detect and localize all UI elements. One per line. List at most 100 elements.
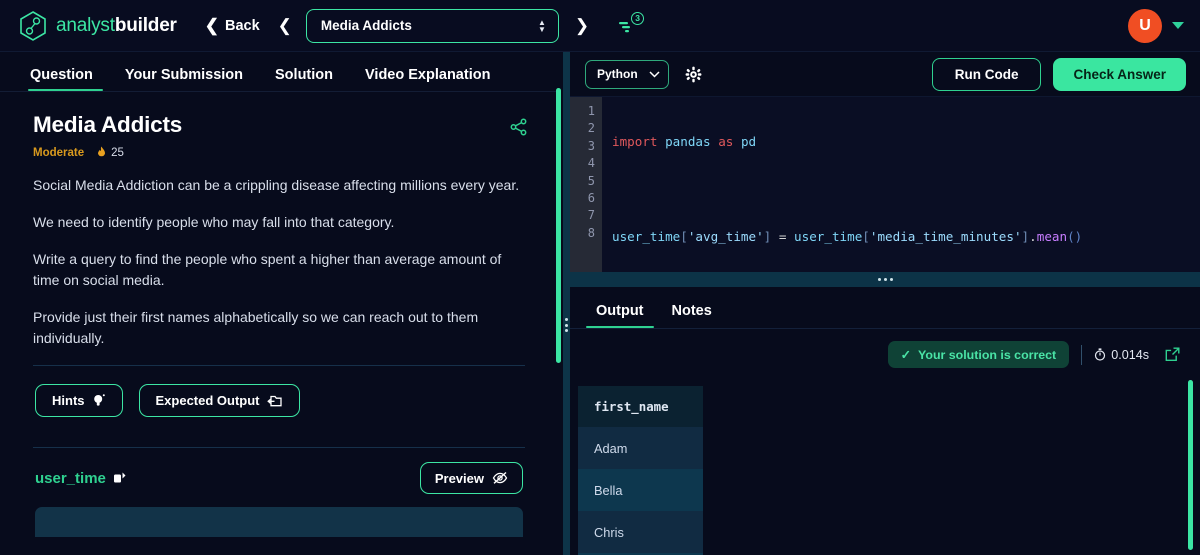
- code-editor[interactable]: 1 2 3 4 5 6 7 8 import pandas as pd user…: [570, 97, 1200, 272]
- chevron-left-icon: ❮: [204, 16, 219, 35]
- line-number: 4: [587, 156, 595, 171]
- tab-question[interactable]: Question: [22, 67, 109, 91]
- top-header: analystbuilder ❮ Back ❮ Media Addicts ▲ ▼…: [0, 0, 1200, 52]
- chevron-down-icon[interactable]: [1172, 22, 1184, 29]
- question-title-row: Media Addicts: [33, 112, 528, 138]
- line-number: 5: [587, 173, 595, 188]
- question-paragraph-3: Write a query to find the people who spe…: [33, 251, 502, 288]
- preview-button[interactable]: Preview: [419, 462, 523, 494]
- schema-table-name: user_time: [35, 470, 127, 487]
- copy-icon[interactable]: [113, 471, 127, 486]
- question-action-buttons: Hints Expected Output: [0, 366, 558, 417]
- status-badge-label: Your solution is correct: [918, 347, 1057, 362]
- brand-word-analyst: analyst: [56, 14, 115, 36]
- table-row: Chris: [578, 511, 703, 553]
- user-menu[interactable]: U: [1128, 8, 1184, 43]
- question-paragraph-2: We need to identify people who may fall …: [33, 214, 395, 230]
- tab-solution[interactable]: Solution: [259, 67, 349, 91]
- left-panel: Question Your Submission Solution Video …: [0, 52, 558, 555]
- horizontal-splitter[interactable]: [570, 272, 1200, 287]
- brand-word-builder: builder: [114, 14, 177, 36]
- expected-output-button-label: Expected Output: [155, 393, 260, 408]
- schema-header: user_time Preview: [0, 448, 558, 494]
- code-line: user_time['avg_time'] = user_time['media…: [612, 228, 1083, 244]
- output-panel-scrollbar[interactable]: [1188, 380, 1193, 550]
- lightbulb-icon: [93, 394, 105, 406]
- tab-your-submission[interactable]: Your Submission: [109, 67, 259, 91]
- difficulty-badge: Moderate: [33, 146, 85, 159]
- result-table: first_name Adam Bella Chris: [578, 386, 703, 555]
- prev-question-icon[interactable]: ❮: [278, 16, 292, 36]
- schema-preview-table-header: [35, 507, 523, 537]
- status-badge: ✓ Your solution is correct: [887, 341, 1070, 368]
- folder-import-icon: [266, 395, 282, 406]
- question-paragraph-4: Provide just their first names alphabeti…: [33, 309, 479, 346]
- line-number: 3: [587, 138, 595, 153]
- line-number: 7: [587, 208, 595, 223]
- language-select-value: Python: [597, 67, 638, 81]
- check-icon: ✓: [900, 348, 912, 362]
- question-paragraph-1: Social Media Addiction can be a cripplin…: [33, 177, 520, 193]
- page-title: Media Addicts: [33, 112, 183, 137]
- question-description: Social Media Addiction can be a cripplin…: [33, 175, 523, 349]
- line-number: 6: [587, 190, 595, 205]
- hints-button-label: Hints: [52, 393, 85, 408]
- analystbuilder-logo-icon: [20, 10, 46, 41]
- eye-off-icon: [492, 471, 508, 484]
- left-panel-scrollbar[interactable]: [556, 88, 561, 363]
- flame-icon: [98, 146, 106, 157]
- vertical-splitter[interactable]: [563, 52, 570, 555]
- code-line: import pandas as pd: [612, 134, 757, 149]
- question-select[interactable]: Media Addicts ▲ ▼: [305, 8, 559, 43]
- runtime-value: 0.014s: [1111, 347, 1149, 362]
- gear-icon[interactable]: [685, 66, 702, 83]
- output-tab-bar: Output Notes: [570, 287, 1200, 329]
- runtime-indicator: 0.014s: [1094, 348, 1149, 362]
- left-tab-bar: Question Your Submission Solution Video …: [0, 52, 558, 92]
- share-icon[interactable]: [510, 118, 528, 136]
- open-external-icon[interactable]: [1165, 347, 1180, 362]
- line-number: 1: [587, 104, 595, 118]
- xp-badge: 25: [96, 146, 124, 159]
- output-status-row: ✓ Your solution is correct 0.014s: [570, 329, 1200, 368]
- question-select-value: Media Addicts: [320, 18, 412, 33]
- preview-button-label: Preview: [434, 470, 484, 486]
- table-row: Adam: [578, 427, 703, 469]
- back-button-label: Back: [225, 17, 260, 34]
- right-panel: Python Run Code Check Answer 1 2 3 4 5 6…: [570, 52, 1200, 555]
- streak-count-badge: 3: [631, 11, 645, 25]
- code-gutter: 1 2 3 4 5 6 7 8: [570, 97, 602, 272]
- xp-value: 25: [111, 146, 124, 159]
- brand-logo[interactable]: analystbuilder: [18, 10, 177, 42]
- language-select[interactable]: Python: [585, 59, 669, 89]
- editor-toolbar: Python Run Code Check Answer: [570, 52, 1200, 97]
- schema-table-name-label: user_time: [35, 469, 106, 487]
- app-root: analystbuilder ❮ Back ❮ Media Addicts ▲ ▼…: [0, 0, 1200, 555]
- status-separator: [1081, 344, 1083, 365]
- vertical-splitter-grip[interactable]: [564, 318, 568, 332]
- question-body: Media Addicts Moderate 25 Social Media A…: [0, 92, 558, 349]
- avatar[interactable]: U: [1128, 8, 1162, 43]
- line-number: 8: [587, 225, 595, 240]
- streak-button[interactable]: 3: [615, 11, 645, 40]
- tab-output[interactable]: Output: [582, 303, 658, 328]
- next-question-icon[interactable]: ❯: [575, 16, 589, 36]
- question-meta: Moderate 25: [33, 146, 528, 159]
- table-row: Bella: [578, 469, 703, 511]
- code-content[interactable]: import pandas as pd user_time['avg_time'…: [602, 97, 1200, 272]
- editor-toolbar-actions: Run Code Check Answer: [931, 57, 1186, 91]
- stopwatch-icon: [1095, 348, 1106, 361]
- tab-video-explanation[interactable]: Video Explanation: [349, 67, 506, 91]
- tab-notes[interactable]: Notes: [658, 303, 726, 328]
- run-code-button[interactable]: Run Code: [931, 57, 1042, 91]
- check-answer-button[interactable]: Check Answer: [1053, 57, 1186, 91]
- brand-wordmark: analystbuilder: [56, 15, 177, 37]
- chevron-updown-icon: ▲ ▼: [538, 17, 546, 34]
- hints-button[interactable]: Hints: [35, 384, 123, 417]
- table-column-header: first_name: [578, 386, 703, 427]
- line-number: 2: [587, 121, 595, 136]
- expected-output-button[interactable]: Expected Output: [138, 384, 300, 417]
- back-button[interactable]: ❮ Back: [205, 17, 260, 34]
- chevron-down-icon: [649, 70, 660, 78]
